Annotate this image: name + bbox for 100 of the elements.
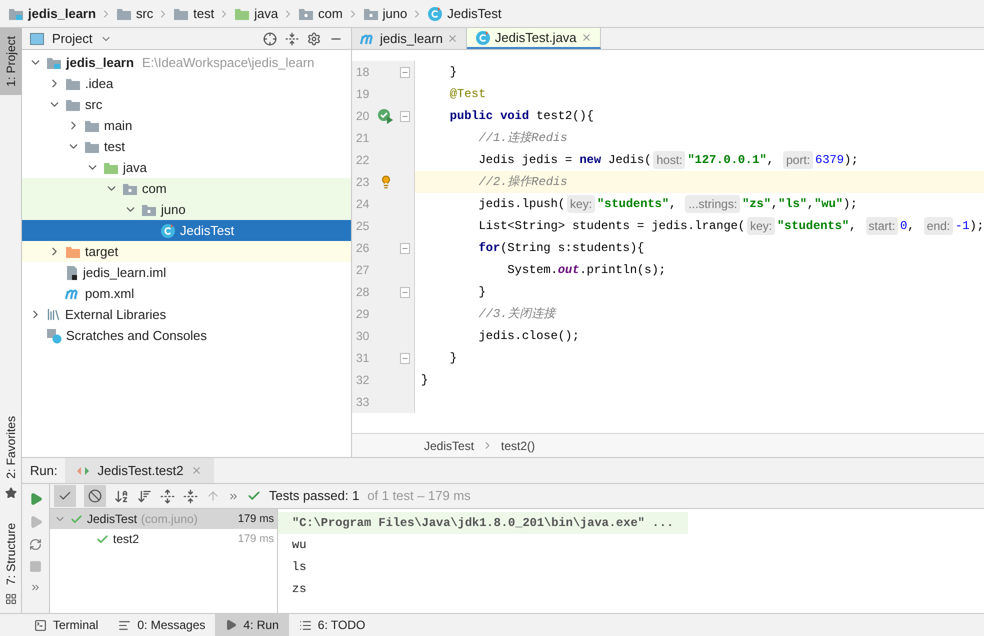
editor-tab[interactable]: jedis_learn (352, 28, 467, 49)
expand-all-icon[interactable] (160, 488, 175, 504)
code-token: , (849, 218, 858, 235)
tree-item[interactable]: target (22, 241, 351, 262)
code-token: "ls" (778, 196, 807, 213)
collapse-all-icon[interactable] (285, 32, 299, 46)
test-status: Tests passed: 1 (269, 487, 360, 506)
editor-tab[interactable]: JedisTest.java (466, 28, 601, 49)
code-token: new (579, 152, 602, 169)
code-token: } (448, 64, 458, 81)
tool-window-tab[interactable]: 6: TODO (288, 614, 376, 636)
line-number: 20 (355, 108, 370, 125)
more-icon[interactable] (228, 490, 239, 502)
folder-icon (116, 6, 132, 20)
tree-item[interactable]: juno (22, 199, 351, 220)
line-number: 21 (355, 130, 370, 147)
test-duration: 179 ms (238, 532, 274, 547)
package-icon (141, 202, 157, 216)
lightbulb-icon[interactable] (379, 175, 393, 189)
line-number: 27 (355, 262, 370, 279)
code-token: @Test (448, 86, 486, 103)
fold-marker-icon[interactable] (400, 110, 410, 122)
test-tree-item[interactable]: test2 179 ms (50, 529, 277, 549)
line-number: 31 (355, 350, 370, 367)
library-icon (46, 307, 61, 322)
code-token: Jedis( (608, 152, 652, 169)
passed-icon (96, 532, 109, 546)
show-passed-button[interactable] (54, 485, 76, 507)
sort-by-duration-icon[interactable] (137, 488, 152, 504)
passed-icon (247, 489, 261, 503)
tree-item[interactable]: Scratches and Consoles (22, 325, 351, 346)
line-number: 24 (355, 196, 370, 213)
folder-icon (103, 160, 119, 174)
messages-icon (118, 618, 132, 632)
panel-title[interactable]: Project (52, 28, 92, 48)
show-ignored-button[interactable] (84, 485, 106, 507)
breadcrumb-item[interactable]: test (193, 4, 214, 24)
breadcrumb-item[interactable]: com (318, 4, 343, 24)
collapse-all-icon[interactable] (183, 488, 198, 504)
tool-window-tab[interactable]: Terminal (24, 614, 108, 636)
breadcrumb-item[interactable]: JedisTest (447, 4, 502, 24)
code-token: ); (970, 218, 984, 235)
side-tab[interactable]: 2: Favorites (0, 408, 22, 487)
fold-marker-icon[interactable] (400, 66, 410, 78)
run-icon[interactable] (28, 492, 42, 506)
list-icon (298, 618, 312, 632)
tree-item[interactable]: com (22, 178, 351, 199)
package-icon (362, 6, 379, 20)
test-status-detail: of 1 test – 179 ms (367, 487, 471, 506)
breadcrumb-item[interactable]: test2() (501, 436, 536, 454)
tree-item[interactable]: External Libraries (22, 304, 351, 325)
breadcrumb-item[interactable]: src (136, 4, 154, 24)
run-tab[interactable]: JedisTest.test2 (65, 458, 214, 483)
tree-item[interactable]: src (22, 94, 351, 115)
line-number: 28 (355, 284, 370, 301)
code-token: ); (843, 196, 858, 213)
breadcrumb-item[interactable]: JedisTest (424, 436, 474, 454)
test-tree-item[interactable]: JedisTest (com.juno) 179 ms (50, 509, 277, 529)
fold-marker-icon[interactable] (400, 286, 410, 298)
fold-marker-icon[interactable] (400, 352, 410, 364)
folder-icon (65, 98, 81, 112)
folder-icon (234, 6, 250, 20)
code-token: , (806, 196, 814, 213)
code-token: public void (448, 108, 530, 125)
breadcrumb-item[interactable]: java (254, 4, 278, 24)
breadcrumb-item[interactable]: juno (382, 4, 408, 24)
close-icon[interactable] (580, 32, 592, 43)
settings-icon[interactable] (307, 32, 321, 46)
tree-item[interactable]: main (22, 115, 351, 136)
more-icon[interactable] (30, 582, 41, 593)
run-test-icon[interactable] (377, 108, 395, 124)
side-tab[interactable]: 7: Structure (0, 514, 22, 593)
tool-window-tab[interactable]: 0: Messages (108, 614, 216, 636)
locate-icon[interactable] (263, 32, 277, 46)
line-number: 25 (355, 218, 370, 235)
tree-item[interactable]: jedis_learn.iml (22, 262, 351, 283)
sort-alphabetically-icon[interactable] (114, 488, 129, 504)
toggle-auto-test-icon[interactable] (29, 538, 42, 551)
fold-marker-icon[interactable] (400, 242, 410, 254)
code-token: test2(){ (536, 108, 594, 125)
tree-item[interactable]: java (22, 157, 351, 178)
tool-window-tab[interactable]: 4: Run (215, 614, 289, 636)
line-number: 33 (355, 394, 370, 411)
run-icon (225, 619, 238, 631)
tree-item[interactable]: .idea (22, 73, 351, 94)
code-token: (String s:students){ (500, 240, 644, 257)
folder-icon (65, 76, 81, 90)
terminal-icon (34, 618, 47, 632)
tree-item[interactable]: jedis_learn E:\IdeaWorkspace\jedis_learn (22, 52, 351, 73)
tree-item[interactable]: JedisTest (22, 220, 351, 241)
code-token: "students" (597, 196, 670, 213)
side-tab[interactable]: 1: Project (0, 28, 22, 95)
breadcrumb-item[interactable]: jedis_learn (28, 4, 96, 24)
test-duration: 179 ms (238, 512, 274, 527)
path-hint: E:\IdeaWorkspace\jedis_learn (142, 54, 314, 72)
tree-item[interactable]: pom.xml (22, 283, 351, 304)
code-token: } (478, 284, 486, 301)
folder-icon (84, 118, 100, 132)
run-label: Run: (30, 462, 58, 480)
tree-item[interactable]: test (22, 136, 351, 157)
